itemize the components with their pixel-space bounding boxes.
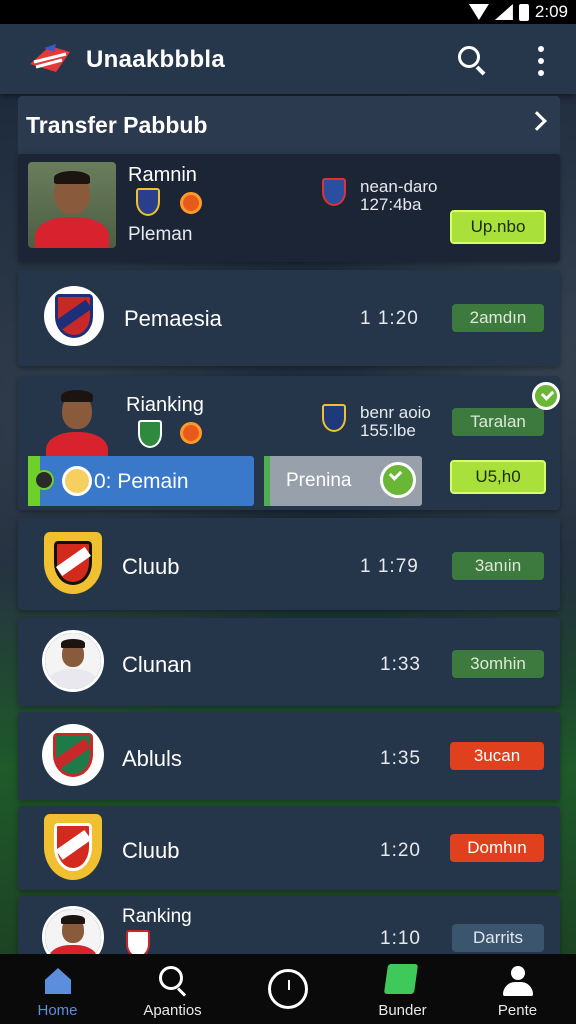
player-name: Rianking (126, 394, 204, 416)
home-icon (45, 968, 71, 994)
status-bar: 2:09 (0, 0, 576, 24)
section-header[interactable]: Transfer Pabbub (18, 96, 560, 154)
search-icon (159, 966, 189, 997)
player-name: Ranking (122, 906, 192, 927)
check-icon (532, 382, 560, 410)
club-name: Cluub (122, 554, 180, 579)
search-icon (458, 46, 480, 68)
club-name: Abluls (122, 746, 182, 771)
more-options-button[interactable] (530, 44, 552, 78)
status-badge[interactable]: 3ucan (450, 742, 544, 770)
pemain-chip[interactable]: 0: Pemain (28, 456, 254, 506)
club-name: Cluub (122, 838, 180, 863)
app-logo-icon (30, 44, 70, 72)
club-crest-icon (322, 404, 346, 432)
club-crest-icon (322, 178, 346, 206)
bottom-navigation: Home Apantios Bunder Pente (0, 954, 576, 1024)
status-badge[interactable]: 3omhin (452, 650, 544, 678)
club-crest-icon (44, 286, 104, 346)
club-crest-icon (136, 188, 160, 216)
status-badge[interactable]: Domhın (450, 834, 544, 862)
time-value: 1:20 (380, 840, 421, 861)
nav-label: Bunder (378, 1002, 427, 1019)
list-item[interactable]: Cluub 1 1:79 3anıin (18, 518, 560, 610)
signal-icon (494, 4, 513, 20)
status-badge[interactable]: 2amdın (452, 304, 544, 332)
list-item[interactable]: Ramnin Pleman nean-daro 127:4ba Up.nbo (18, 154, 560, 262)
list-item[interactable]: Ranking 1:10 Darrits (18, 896, 560, 968)
club-crest-icon (138, 420, 162, 448)
nav-center[interactable] (230, 954, 345, 1024)
player-photo (40, 382, 114, 460)
card-icon (383, 964, 419, 994)
status-badge[interactable]: Up.nbo (450, 210, 546, 244)
list-item[interactable]: Clunan 1:33 3omhin (18, 618, 560, 706)
nav-label: Home (37, 1002, 78, 1019)
list-item[interactable]: Abluls 1:35 3ucan (18, 712, 560, 800)
status-time: 2:09 (534, 2, 568, 21)
player-name: Ramnin (128, 164, 197, 186)
club-name: Pemaesia (124, 306, 222, 331)
club-crest-icon (62, 466, 92, 496)
transfer-meta: benr aoio 155:lbe (360, 403, 431, 440)
app-bar: Unaakbbbla (0, 24, 576, 94)
nav-bunder[interactable]: Bunder (345, 954, 460, 1024)
status-badge[interactable]: Taralan (452, 408, 544, 436)
ball-icon (180, 422, 202, 444)
more-vert-icon (538, 46, 544, 52)
transfer-meta: nean-daro 127:4ba (360, 177, 438, 214)
status-icons: 2:09 (468, 2, 568, 22)
chevron-right-icon (527, 111, 547, 131)
section-title: Transfer Pabbub (26, 112, 208, 138)
player-name: Clunan (122, 652, 192, 677)
time-value: 1:35 (380, 748, 421, 769)
nav-label: Pente (497, 1002, 538, 1019)
time-value: 1:33 (380, 654, 421, 675)
player-subname: Pleman (128, 224, 193, 245)
status-badge[interactable]: Darrits (452, 924, 544, 952)
nav-search[interactable]: Apantios (115, 954, 230, 1024)
club-crest-icon (44, 814, 102, 880)
ball-icon (180, 192, 202, 214)
circle-icon (268, 969, 308, 1009)
list-item[interactable]: Cluub 1:20 Domhın (18, 806, 560, 890)
action-badge[interactable]: U5,h0 (450, 460, 546, 494)
player-photo (42, 630, 104, 692)
time-value: 1 1:79 (360, 556, 419, 577)
player-photo (28, 162, 116, 248)
search-button[interactable] (456, 44, 488, 76)
club-crest-icon (44, 532, 102, 594)
status-badge[interactable]: 3anıin (452, 552, 544, 580)
nav-home[interactable]: Home (0, 954, 115, 1024)
nav-label: Apantios (143, 1002, 202, 1019)
time-value: 1 1:20 (360, 308, 419, 329)
battery-icon (518, 3, 529, 21)
time-value: 1:10 (380, 928, 421, 949)
link-icon (34, 470, 54, 490)
check-icon (380, 462, 416, 498)
person-icon (503, 966, 533, 996)
club-crest-icon (42, 724, 104, 786)
premia-chip[interactable]: Prenina (264, 456, 422, 506)
wifi-icon (468, 4, 489, 20)
chip-label: 0: Pemain (94, 470, 189, 493)
app-title: Unaakbbbla (86, 46, 226, 73)
chip-label: Prenina (286, 470, 352, 491)
list-item[interactable]: Pemaesia 1 1:20 2amdın (18, 270, 560, 366)
nav-profile[interactable]: Pente (460, 954, 575, 1024)
